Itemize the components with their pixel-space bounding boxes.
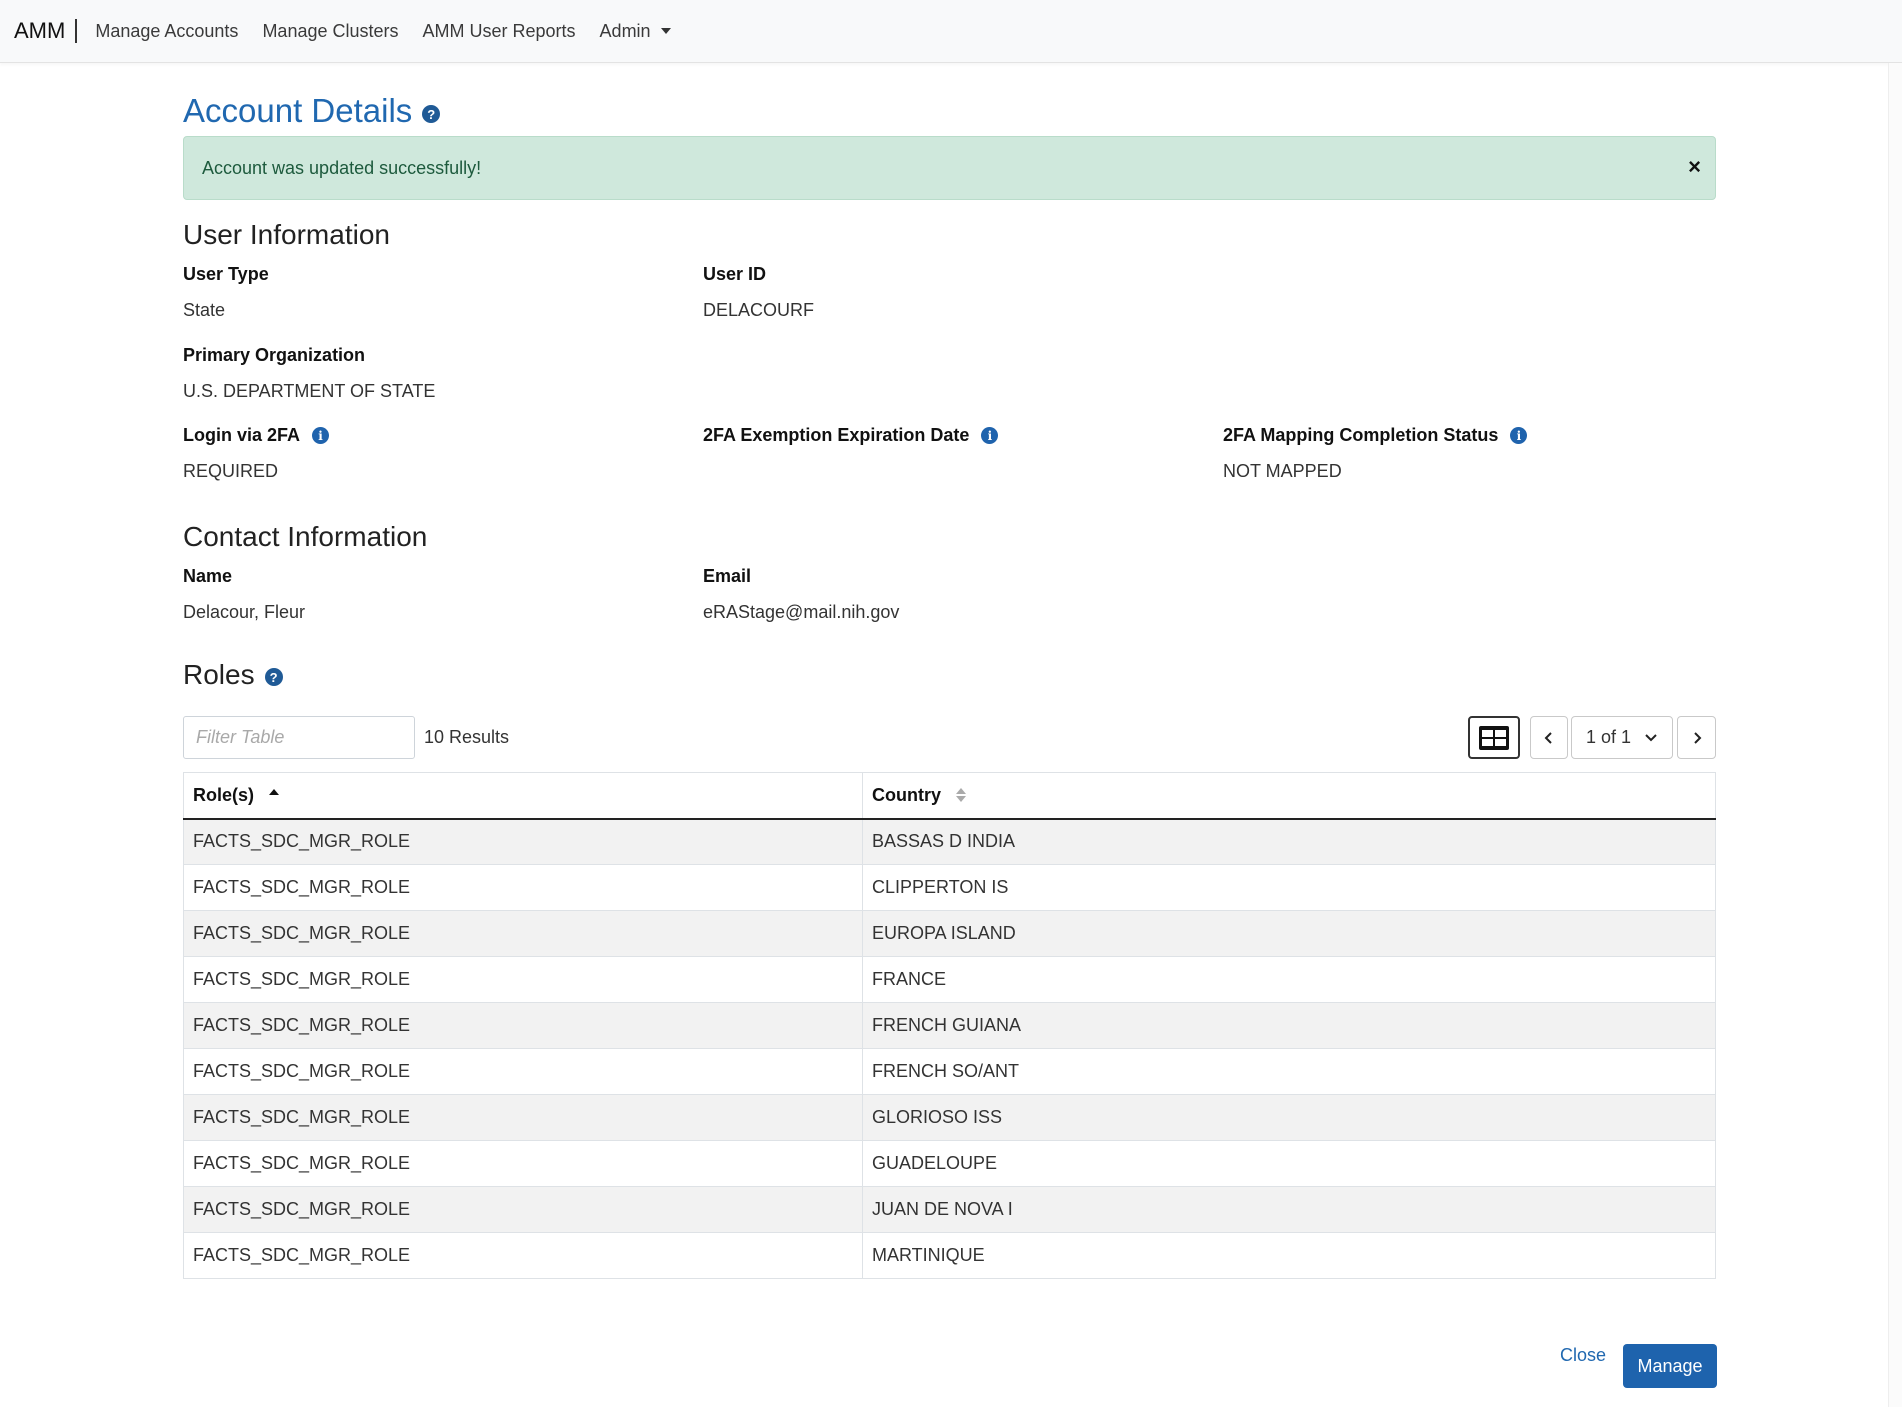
column-header-roles[interactable]: Role(s)	[183, 772, 863, 820]
email-value: eRAStage@mail.nih.gov	[703, 602, 900, 622]
column-header-label: Country	[872, 784, 941, 805]
country-cell: MARTINIQUE	[862, 1232, 1716, 1279]
next-page-button[interactable]	[1677, 716, 1716, 759]
close-icon[interactable]: ×	[1688, 155, 1701, 179]
chevron-left-icon	[1544, 731, 1552, 744]
toggle-view-button[interactable]	[1468, 716, 1520, 759]
country-cell: CLIPPERTON IS	[862, 864, 1716, 911]
role-cell: FACTS_SDC_MGR_ROLE	[183, 1048, 863, 1095]
nav-manage-accounts[interactable]: Manage Accounts	[95, 21, 238, 42]
help-icon[interactable]: ?	[264, 668, 283, 686]
nav-manage-clusters[interactable]: Manage Clusters	[262, 21, 398, 42]
login-2fa-label: Login via 2FA i	[183, 425, 330, 446]
chevron-right-icon	[1693, 731, 1701, 744]
login-2fa-value: REQUIRED	[183, 461, 279, 481]
brand-logo[interactable]: AMM	[14, 19, 78, 43]
user-id-value: DELACOURF	[703, 300, 815, 320]
contact-info-title: Contact Information	[183, 521, 428, 552]
name-value: Delacour, Fleur	[183, 602, 306, 622]
results-count: 10 Results	[424, 727, 510, 747]
country-cell: JUAN DE NOVA I	[862, 1186, 1716, 1233]
table-row: FACTS_SDC_MGR_ROLE JUAN DE NOVA I	[183, 1186, 1716, 1233]
name-label: Name	[183, 566, 233, 586]
page-select[interactable]: 1 of 1	[1571, 716, 1673, 759]
manage-button[interactable]: Manage	[1623, 1344, 1717, 1388]
roles-title: Roles	[183, 659, 255, 690]
page-header: Account Details ?	[183, 91, 441, 131]
role-cell: FACTS_SDC_MGR_ROLE	[183, 1186, 863, 1233]
info-icon[interactable]: i	[981, 427, 999, 444]
column-header-label: Role(s)	[193, 784, 255, 805]
table-row: FACTS_SDC_MGR_ROLE FRENCH GUIANA	[183, 1002, 1716, 1049]
vertical-scrollbar[interactable]	[1888, 63, 1902, 1407]
table-row: FACTS_SDC_MGR_ROLE GLORIOSO ISS	[183, 1094, 1716, 1141]
roles-header: Roles ?	[183, 659, 283, 691]
table-row: FACTS_SDC_MGR_ROLE FRENCH SO/ANT	[183, 1048, 1716, 1095]
nav-admin-label: Admin	[599, 20, 651, 41]
primary-org-value: U.S. DEPARTMENT OF STATE	[183, 381, 436, 401]
role-cell: FACTS_SDC_MGR_ROLE	[183, 1094, 863, 1141]
page-title: Account Details	[183, 92, 413, 129]
role-cell: FACTS_SDC_MGR_ROLE	[183, 1140, 863, 1187]
role-cell: FACTS_SDC_MGR_ROLE	[183, 818, 863, 865]
mapping-status-value: NOT MAPPED	[1223, 461, 1342, 481]
alert-message: Account was updated successfully!	[202, 157, 482, 178]
user-info-title: User Information	[183, 219, 390, 250]
chevron-down-icon	[1645, 733, 1657, 741]
page-select-value: 1 of 1	[1586, 727, 1632, 747]
user-type-value: State	[183, 300, 226, 320]
role-cell: FACTS_SDC_MGR_ROLE	[183, 1232, 863, 1279]
role-cell: FACTS_SDC_MGR_ROLE	[183, 956, 863, 1003]
country-cell: EUROPA ISLAND	[862, 910, 1716, 957]
user-id-label: User ID	[703, 264, 767, 284]
table-header-row: Role(s) Country	[183, 772, 1716, 820]
grid-icon	[1479, 725, 1509, 750]
top-navbar: AMM Manage Accounts Manage Clusters AMM …	[0, 0, 1902, 63]
sort-ascending-icon	[269, 789, 280, 795]
nav-amm-user-reports[interactable]: AMM User Reports	[423, 21, 576, 42]
roles-table: Role(s) Country FACTS_SDC_MGR_ROLE BASSAS…	[183, 772, 1716, 1279]
table-row: FACTS_SDC_MGR_ROLE GUADELOUPE	[183, 1140, 1716, 1187]
sort-icon	[956, 788, 967, 802]
primary-org-label: Primary Organization	[183, 345, 366, 365]
table-row: FACTS_SDC_MGR_ROLE EUROPA ISLAND	[183, 910, 1716, 957]
column-header-country[interactable]: Country	[862, 772, 1716, 820]
country-cell: GUADELOUPE	[862, 1140, 1716, 1187]
prev-page-button[interactable]	[1530, 716, 1568, 759]
caret-down-icon	[660, 28, 671, 34]
email-label: Email	[703, 566, 752, 586]
info-icon[interactable]: i	[1510, 427, 1528, 444]
country-cell: FRANCE	[862, 956, 1716, 1003]
filter-table-input[interactable]	[183, 716, 415, 759]
table-row: FACTS_SDC_MGR_ROLE BASSAS D INDIA	[183, 818, 1716, 865]
table-row: FACTS_SDC_MGR_ROLE MARTINIQUE	[183, 1232, 1716, 1279]
info-icon[interactable]: i	[312, 427, 330, 444]
table-row: FACTS_SDC_MGR_ROLE CLIPPERTON IS	[183, 864, 1716, 911]
exemption-date-label: 2FA Exemption Expiration Date i	[703, 425, 999, 446]
role-cell: FACTS_SDC_MGR_ROLE	[183, 1002, 863, 1049]
mapping-status-label: 2FA Mapping Completion Status i	[1223, 425, 1528, 446]
role-cell: FACTS_SDC_MGR_ROLE	[183, 910, 863, 957]
user-type-label: User Type	[183, 264, 269, 284]
close-button[interactable]: Close	[1560, 1345, 1606, 1366]
nav-admin-dropdown[interactable]: Admin	[600, 21, 671, 42]
role-cell: FACTS_SDC_MGR_ROLE	[183, 864, 863, 911]
country-cell: BASSAS D INDIA	[862, 818, 1716, 865]
country-cell: FRENCH GUIANA	[862, 1002, 1716, 1049]
country-cell: FRENCH SO/ANT	[862, 1048, 1716, 1095]
help-icon[interactable]: ?	[422, 105, 441, 123]
country-cell: GLORIOSO ISS	[862, 1094, 1716, 1141]
table-row: FACTS_SDC_MGR_ROLE FRANCE	[183, 956, 1716, 1003]
success-alert: Account was updated successfully! ×	[183, 136, 1716, 200]
